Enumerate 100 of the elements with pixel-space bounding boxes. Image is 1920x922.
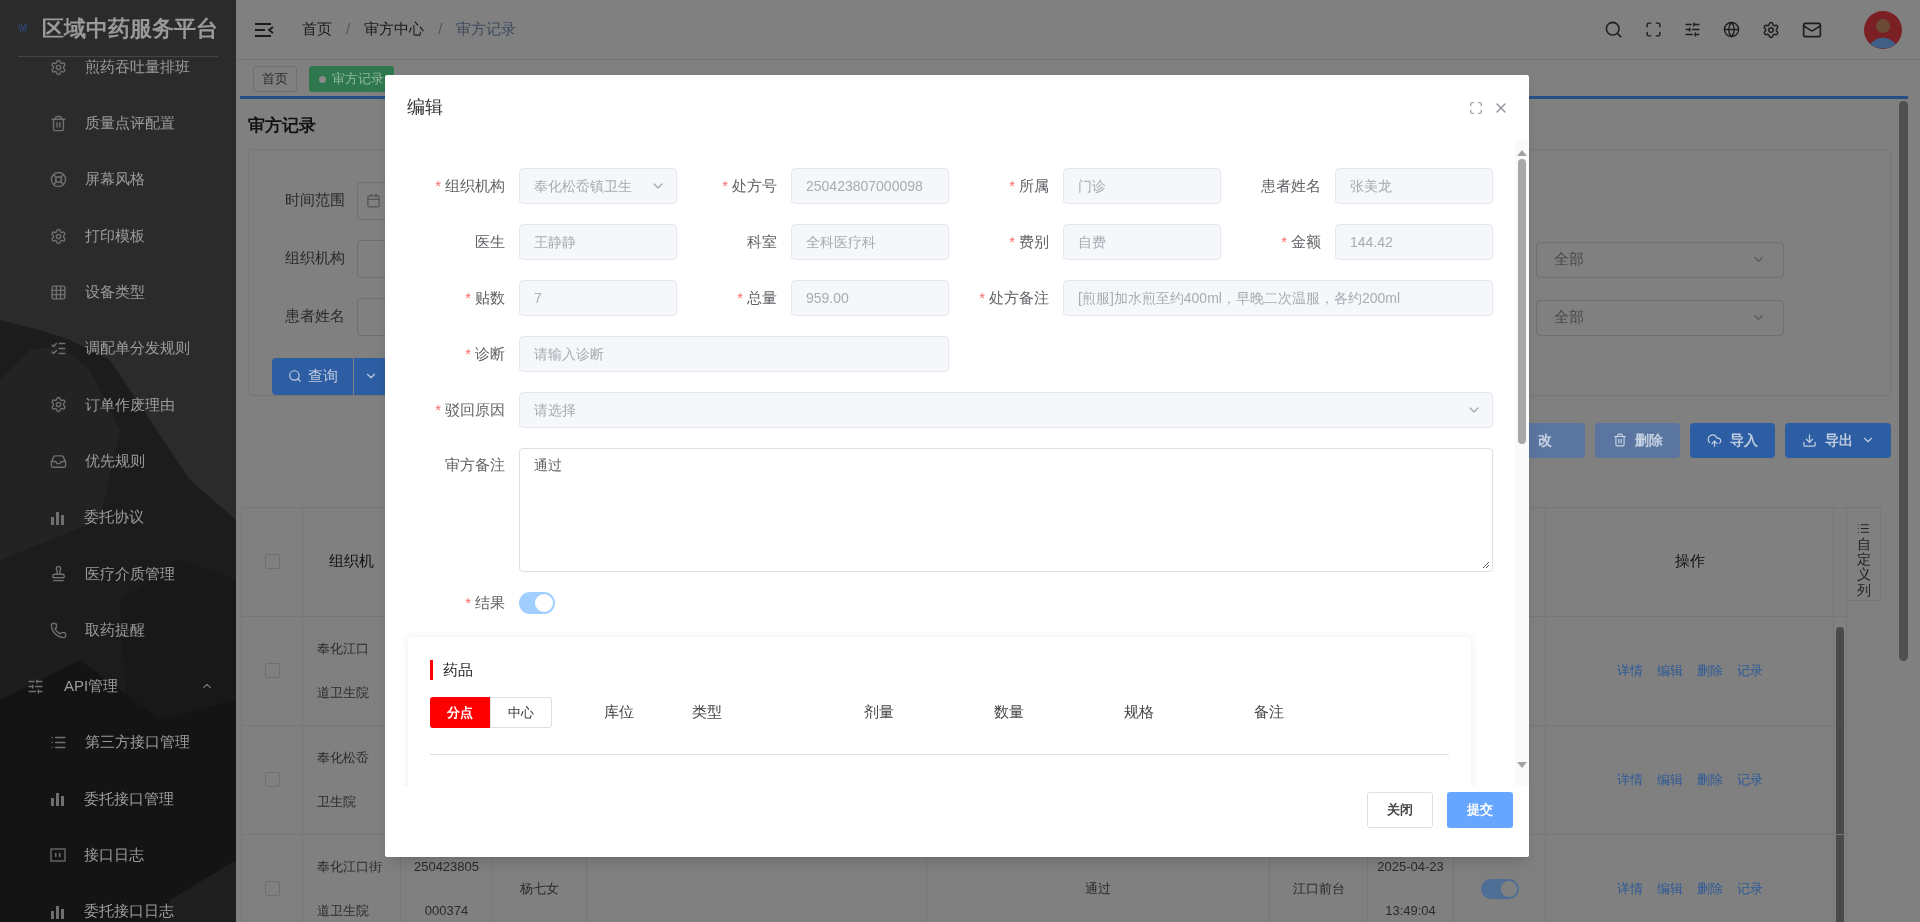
row-action-link[interactable]: 编辑 [1656, 769, 1683, 790]
row-action-link[interactable]: 编辑 [1656, 660, 1683, 681]
toolbar-button[interactable]: 导入 [1690, 422, 1775, 458]
sidebar-item[interactable]: 医疗介质管理 [0, 545, 236, 602]
table-cell-text: 2025-04-23 13:49:04 [1377, 857, 1444, 920]
required-mark: * [465, 593, 471, 613]
sidebar-item[interactable]: 委托接口日志 [0, 883, 236, 922]
sidebar-item[interactable]: 第三方接口管理 [0, 714, 236, 771]
search-icon[interactable] [1604, 20, 1623, 39]
bar-chart-icon [50, 903, 66, 920]
sidebar-item[interactable]: 屏幕风格 [0, 151, 236, 208]
required-mark: * [435, 175, 441, 196]
dialog-scrollbar[interactable] [1515, 140, 1529, 786]
breadcrumb-item: 审方记录 [456, 19, 517, 40]
terminal-box-icon [50, 847, 66, 864]
field-label: 患者姓名 [1261, 175, 1321, 196]
sidebar-item[interactable]: 质量点评配置 [0, 95, 236, 152]
table-cell-text: 奉化松岙 卫生院 [317, 748, 369, 811]
section-marker [430, 659, 433, 680]
required-mark: * [979, 287, 985, 308]
filter-label: 患者姓名 [284, 306, 345, 327]
textarea-field[interactable]: 通过 [519, 448, 1493, 572]
row-action-link[interactable]: 记录 [1736, 660, 1763, 681]
query-button[interactable]: 查询 [272, 357, 353, 395]
field-label: 组织机构 [445, 175, 505, 196]
sidebar-item[interactable]: 打印模板 [0, 207, 236, 265]
trash-icon [1612, 433, 1627, 447]
gear-icon [50, 396, 67, 414]
settings-icon[interactable] [1762, 20, 1780, 39]
breadcrumb-item[interactable]: 审方中心 [364, 18, 425, 41]
column-header: 组织机 [329, 551, 374, 572]
table-cell-text: 250423805 000374 [413, 857, 480, 920]
row-switch[interactable] [1480, 878, 1519, 899]
field-label: 结果 [475, 593, 505, 613]
column-header: 类型 [692, 702, 723, 723]
segment-tab[interactable]: 分点 [430, 697, 490, 728]
section-title: 药品 [443, 659, 473, 680]
table-scrollbar[interactable] [1836, 626, 1844, 922]
filter-label: 组织机构 [284, 248, 345, 269]
toolbar-button[interactable]: 导出 [1785, 422, 1891, 458]
required-mark: * [1009, 175, 1015, 196]
row-action-link[interactable]: 记录 [1736, 878, 1763, 899]
sliders-icon[interactable] [1684, 21, 1701, 38]
avatar[interactable] [1864, 10, 1902, 49]
sidebar-item[interactable]: 委托接口管理 [0, 770, 236, 828]
column-header: 操作 [1674, 551, 1705, 572]
globe-icon[interactable] [1723, 21, 1740, 38]
field-label: 驳回原因 [445, 399, 505, 420]
column-header: 规格 [1124, 702, 1155, 723]
column-header: 库位 [604, 702, 635, 723]
table-cell-text: 杨七女 [520, 879, 559, 898]
sidebar-item[interactable]: 接口日志 [0, 827, 236, 884]
row-action-link[interactable]: 删除 [1696, 660, 1723, 681]
sidebar-item[interactable]: 订单作废理由 [0, 376, 236, 434]
dialog-button[interactable]: 关闭 [1367, 792, 1433, 828]
page-tab[interactable]: 审方记录 [309, 66, 394, 92]
column-settings-tab[interactable]: 自定义列 [1847, 506, 1881, 601]
scroll-down-icon[interactable] [1517, 762, 1527, 768]
row-action-link[interactable]: 详情 [1616, 878, 1643, 899]
scroll-up-icon[interactable] [1517, 150, 1527, 156]
field-label: 贴数 [475, 287, 505, 308]
list-icon [1857, 521, 1870, 535]
required-mark: * [1281, 231, 1287, 252]
sidebar-item[interactable]: 取药提醒 [0, 601, 236, 659]
gear-icon [50, 58, 67, 76]
field-label: 总量 [747, 287, 777, 308]
search-icon [287, 369, 302, 383]
column-header: 备注 [1254, 702, 1285, 723]
field-label: 所属 [1019, 175, 1049, 196]
resize-handle-icon[interactable] [1482, 561, 1490, 569]
field-label: 医生 [475, 231, 505, 252]
sidebar-item[interactable]: 优先规则 [0, 433, 236, 490]
row-action-link[interactable]: 编辑 [1656, 878, 1683, 899]
sidebar-item[interactable]: 设备类型 [0, 264, 236, 321]
sidebar-item[interactable]: 调配单分发规则 [0, 320, 236, 377]
segment-tab[interactable]: 中心 [490, 697, 552, 728]
page-scrollbar[interactable] [1899, 101, 1908, 661]
page-tab[interactable]: 首页 [253, 66, 297, 92]
query-dropdown-button[interactable] [354, 357, 387, 395]
table-cell-text: 通过 [1085, 879, 1111, 898]
row-action-link[interactable]: 详情 [1616, 769, 1643, 790]
row-action-link[interactable]: 删除 [1696, 769, 1723, 790]
trash-icon [50, 114, 67, 132]
sidebar-item[interactable]: 委托协议 [0, 489, 236, 546]
required-mark: * [737, 287, 743, 308]
breadcrumb-separator: / [346, 19, 351, 40]
sidebar-group[interactable]: API管理 [0, 658, 236, 715]
dialog-button[interactable]: 提交 [1447, 792, 1513, 828]
fullscreen-icon[interactable] [1469, 100, 1483, 115]
row-action-link[interactable]: 详情 [1616, 660, 1643, 681]
breadcrumb-separator: / [438, 19, 443, 40]
menu-fold-icon[interactable] [254, 21, 274, 38]
field-label: 处方号 [732, 175, 777, 196]
row-action-link[interactable]: 记录 [1736, 769, 1763, 790]
row-action-link[interactable]: 删除 [1696, 878, 1723, 899]
breadcrumb-item[interactable]: 首页 [302, 18, 332, 41]
required-mark: * [465, 343, 471, 364]
stamp-icon [50, 565, 67, 583]
required-mark: * [722, 175, 728, 196]
fullscreen-icon[interactable] [1645, 21, 1662, 38]
